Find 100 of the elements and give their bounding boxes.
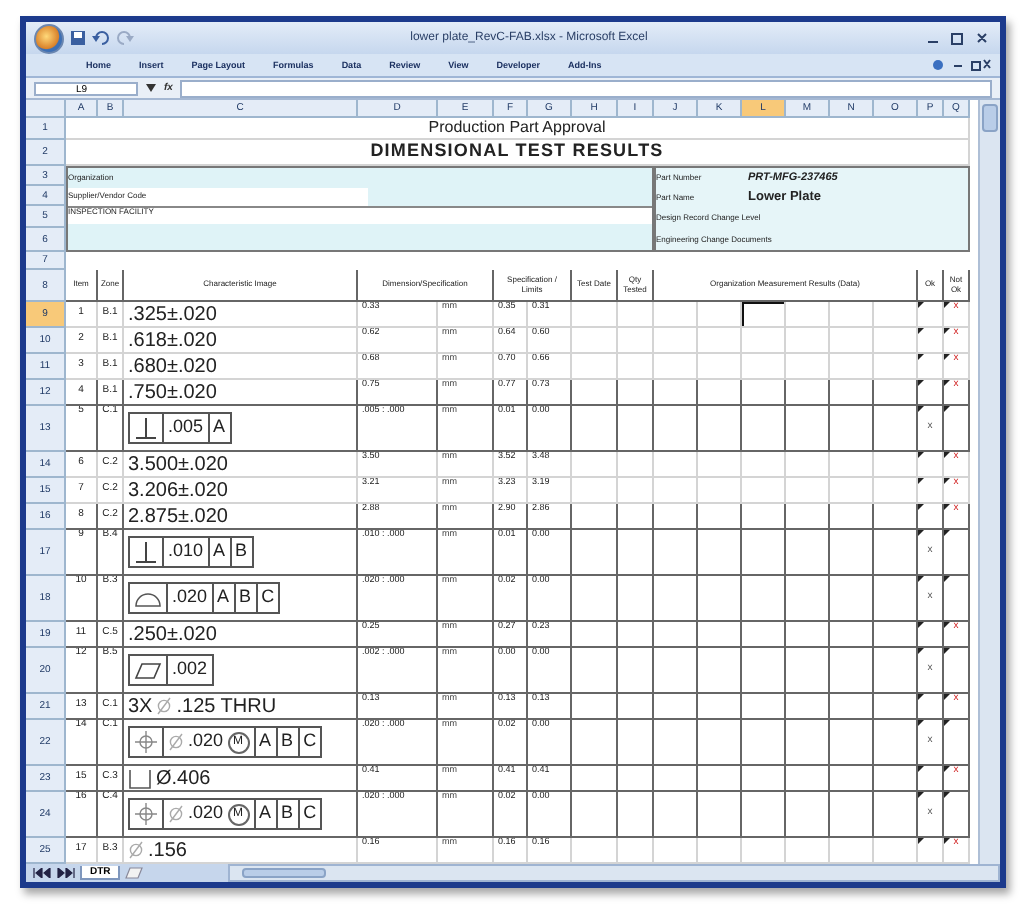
- empty-cell[interactable]: [874, 648, 918, 694]
- empty-cell[interactable]: [786, 766, 830, 792]
- empty-cell[interactable]: [874, 720, 918, 766]
- horizontal-scrollbar[interactable]: [228, 864, 1000, 882]
- save-icon[interactable]: [70, 30, 86, 46]
- empty-cell[interactable]: [830, 380, 874, 406]
- vertical-scrollbar[interactable]: [978, 100, 1000, 864]
- empty-cell[interactable]: [830, 766, 874, 792]
- empty-cell[interactable]: [742, 380, 786, 406]
- empty-cell[interactable]: [654, 622, 698, 648]
- empty-cell[interactable]: [572, 720, 618, 766]
- empty-cell[interactable]: [830, 720, 874, 766]
- empty-cell[interactable]: [786, 504, 830, 530]
- empty-cell[interactable]: [742, 406, 786, 452]
- empty-cell[interactable]: [742, 648, 786, 694]
- empty-cell[interactable]: [874, 380, 918, 406]
- empty-cell[interactable]: [572, 576, 618, 622]
- active-cell[interactable]: [742, 302, 786, 328]
- empty-cell[interactable]: [830, 530, 874, 576]
- empty-cell[interactable]: [618, 648, 654, 694]
- empty-cell[interactable]: [618, 530, 654, 576]
- empty-cell[interactable]: [654, 720, 698, 766]
- empty-cell[interactable]: [698, 504, 742, 530]
- empty-cell[interactable]: [654, 576, 698, 622]
- empty-cell[interactable]: [654, 504, 698, 530]
- empty-cell[interactable]: [786, 720, 830, 766]
- dropdown-icon[interactable]: [146, 84, 156, 92]
- empty-cell[interactable]: [698, 530, 742, 576]
- empty-cell[interactable]: [572, 380, 618, 406]
- ribbon-controls-icon[interactable]: [932, 58, 992, 72]
- empty-cell[interactable]: [874, 694, 918, 720]
- empty-cell[interactable]: [654, 530, 698, 576]
- empty-cell[interactable]: [698, 576, 742, 622]
- empty-cell[interactable]: [654, 380, 698, 406]
- empty-cell[interactable]: [874, 622, 918, 648]
- window-controls-icon[interactable]: [924, 30, 992, 46]
- empty-cell[interactable]: [618, 406, 654, 452]
- sheet-navigation-icon[interactable]: [32, 868, 76, 878]
- empty-cell[interactable]: [698, 766, 742, 792]
- empty-cell[interactable]: [618, 380, 654, 406]
- empty-cell[interactable]: [618, 504, 654, 530]
- empty-cell[interactable]: [786, 530, 830, 576]
- empty-cell[interactable]: [830, 648, 874, 694]
- empty-cell[interactable]: [572, 406, 618, 452]
- empty-cell[interactable]: [654, 792, 698, 838]
- empty-cell[interactable]: [874, 576, 918, 622]
- empty-cell[interactable]: [572, 622, 618, 648]
- empty-cell[interactable]: [786, 792, 830, 838]
- empty-cell[interactable]: [572, 648, 618, 694]
- tolerance-value: .005: [168, 418, 204, 438]
- empty-cell[interactable]: [742, 694, 786, 720]
- empty-cell[interactable]: [572, 792, 618, 838]
- empty-cell[interactable]: [698, 380, 742, 406]
- empty-cell[interactable]: [830, 504, 874, 530]
- empty-cell[interactable]: [572, 766, 618, 792]
- empty-cell[interactable]: [654, 406, 698, 452]
- empty-cell[interactable]: [618, 694, 654, 720]
- empty-cell[interactable]: [786, 380, 830, 406]
- empty-cell[interactable]: [786, 648, 830, 694]
- empty-cell[interactable]: [742, 504, 786, 530]
- empty-cell[interactable]: [874, 792, 918, 838]
- empty-cell[interactable]: [698, 648, 742, 694]
- empty-cell[interactable]: [572, 530, 618, 576]
- empty-cell[interactable]: [830, 792, 874, 838]
- empty-cell[interactable]: [874, 406, 918, 452]
- empty-cell[interactable]: [654, 766, 698, 792]
- empty-cell[interactable]: [874, 504, 918, 530]
- formula-field[interactable]: [180, 79, 992, 97]
- empty-cell[interactable]: [874, 766, 918, 792]
- empty-cell[interactable]: [786, 576, 830, 622]
- empty-cell[interactable]: [618, 576, 654, 622]
- empty-cell[interactable]: [830, 694, 874, 720]
- empty-cell[interactable]: [742, 530, 786, 576]
- empty-cell[interactable]: [618, 720, 654, 766]
- empty-cell[interactable]: [618, 766, 654, 792]
- empty-cell[interactable]: [572, 694, 618, 720]
- empty-cell[interactable]: [786, 622, 830, 648]
- empty-cell[interactable]: [618, 792, 654, 838]
- empty-cell[interactable]: [618, 622, 654, 648]
- empty-cell[interactable]: [698, 622, 742, 648]
- empty-cell[interactable]: [874, 530, 918, 576]
- empty-cell[interactable]: [786, 406, 830, 452]
- undo-icon[interactable]: [92, 30, 110, 46]
- empty-cell[interactable]: [572, 504, 618, 530]
- empty-cell[interactable]: [698, 792, 742, 838]
- empty-cell[interactable]: [742, 766, 786, 792]
- empty-cell[interactable]: [654, 648, 698, 694]
- empty-cell[interactable]: [742, 576, 786, 622]
- empty-cell[interactable]: [830, 406, 874, 452]
- empty-cell[interactable]: [698, 406, 742, 452]
- empty-cell[interactable]: [830, 576, 874, 622]
- empty-cell[interactable]: [786, 694, 830, 720]
- empty-cell[interactable]: [830, 622, 874, 648]
- empty-cell[interactable]: [742, 792, 786, 838]
- empty-cell[interactable]: [742, 720, 786, 766]
- empty-cell[interactable]: [698, 720, 742, 766]
- empty-cell[interactable]: [742, 622, 786, 648]
- office-button[interactable]: [34, 23, 64, 53]
- empty-cell[interactable]: [654, 694, 698, 720]
- empty-cell[interactable]: [698, 694, 742, 720]
